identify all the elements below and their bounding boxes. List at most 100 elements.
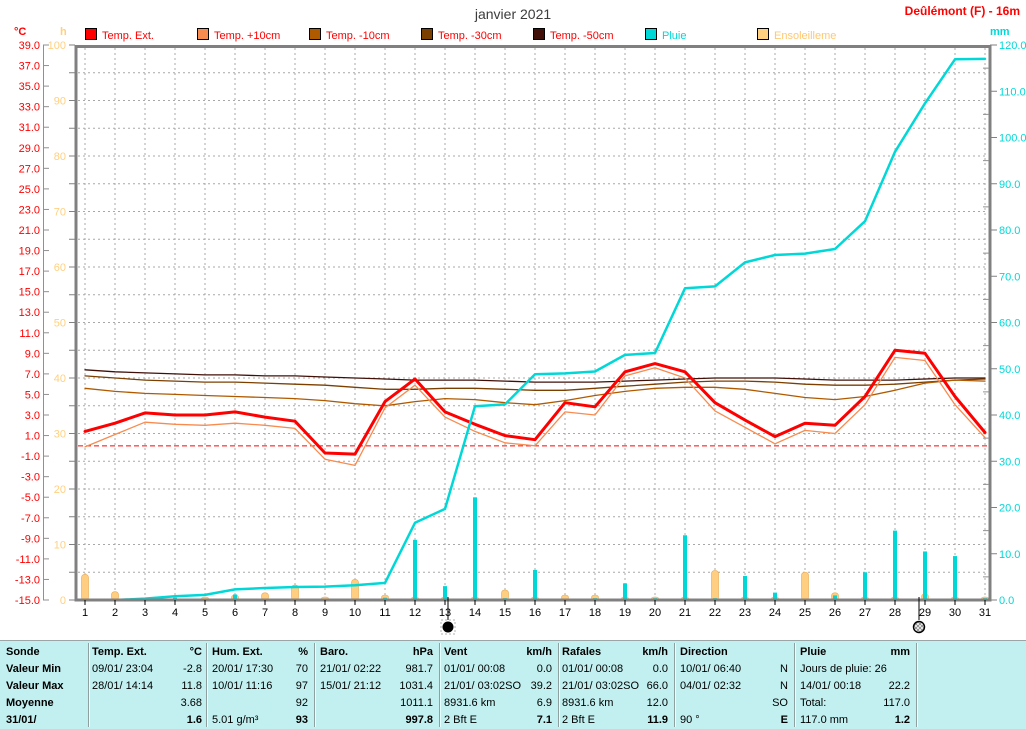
table-cell: Valeur Max [6,680,64,692]
table-header-unit: % [298,646,308,658]
table-divider [206,643,207,727]
hours-tick-label: 60 [54,262,66,274]
table-header-unit: mm [890,646,910,658]
temp-tick-label: 1.0 [25,431,40,443]
table-cell: Jours de pluie: 26 [800,663,887,675]
day-tick-label: 7 [262,607,268,619]
temp-tick-label: 15.0 [19,287,40,299]
day-tick-label: 29 [919,607,931,619]
mm-tick-label: 110.0 [999,86,1026,98]
table-cell-value: 1011.1 [400,697,433,709]
temp-tick-label: 27.0 [19,163,40,175]
temp-tick-label: -9.0 [21,533,40,545]
temp-tick-label: 33.0 [19,102,40,114]
hours-tick-label: 20 [54,484,66,496]
hours-tick-label: 10 [54,540,66,552]
table-divider [558,643,559,727]
table-cell-value: 6.9 [536,697,552,709]
day-tick-label: 25 [799,607,811,619]
table-cell-value: 11.8 [181,680,202,692]
day-tick-label: 2 [112,607,118,619]
weather-chart: 39.037.035.033.031.029.027.025.023.021.0… [15,40,1026,635]
temp-tick-label: -11.0 [16,554,40,566]
day-tick-label: 12 [409,607,421,619]
table-cell-value: 7.1 [536,714,552,726]
temp-tick-label: -3.0 [21,472,40,484]
temp-tick-label: 31.0 [19,122,40,134]
day-tick-label: 1 [82,607,88,619]
table-divider [88,643,89,727]
hours-tick-label: 50 [54,318,66,330]
ensoleillement-bar [711,570,719,601]
day-tick-label: 14 [469,607,481,619]
mm-tick-label: 120.0 [999,40,1026,52]
table-divider [794,643,795,727]
table-cell-value: 997.8 [405,714,433,726]
chart-gridlines [78,48,988,598]
hours-tick-label: 90 [54,96,66,108]
temp-ext--line [83,348,987,456]
chart-axes: 39.037.035.033.031.029.027.025.023.021.0… [15,40,1026,619]
temp-tick-label: -15.0 [15,595,40,607]
temp-tick-label: 29.0 [19,143,40,155]
mm-tick-label: 20.0 [999,503,1020,515]
mm-tick-label: 100.0 [999,133,1026,145]
table-header: Sonde [6,646,40,658]
table-cell-value: 117.0 [883,697,910,709]
temp-tick-label: -13.0 [15,574,40,586]
table-cell-value: 11.9 [647,714,668,726]
day-tick-label: 9 [322,607,328,619]
weather-graph-window: janvier 2021 Deûlémont (F) - 16m °C h mm… [0,0,1026,729]
temp-tick-label: -7.0 [21,513,40,525]
pluie-jour--bar [923,551,927,600]
hours-tick-label: 0 [60,595,66,607]
table-cell-value: 39.2 [530,680,552,692]
table-cell-value: N [780,680,788,692]
day-tick-label: 11 [379,607,390,619]
table-cell-value: 1.2 [894,714,910,726]
day-tick-label: 27 [859,607,871,619]
mm-tick-label: 70.0 [999,271,1020,283]
day-tick-label: 26 [829,607,841,619]
table-cell-value: 70 [295,663,308,675]
ensoleillement-bar [81,574,89,601]
table-cell: Moyenne [6,697,54,709]
pluie-jour--bar [473,497,477,600]
temp-tick-label: 21.0 [19,225,40,237]
temp-tick-label: 23.0 [19,204,40,216]
day-tick-label: 10 [349,607,361,619]
table-cell-value: 0.0 [652,663,668,675]
temp-tick-label: 5.0 [25,389,40,401]
day-tick-label: 15 [499,607,511,619]
table-cell: Valeur Min [6,663,62,675]
day-tick-label: 24 [769,607,781,619]
temp-tick-label: 7.0 [25,369,40,381]
day-tick-label: 4 [172,607,178,619]
temp-tick-label: -1.0 [21,451,40,463]
full-moon-icon [912,620,926,634]
table-cell-value: E [780,714,788,726]
table-divider [916,643,917,727]
table-cell-value: 981.7 [405,663,433,675]
table-cell-value: -2.8 [183,663,202,675]
temp-tick-label: 17.0 [19,266,40,278]
table-header-unit: km/h [642,646,668,658]
mm-tick-label: 10.0 [999,549,1020,561]
hours-tick-label: 40 [54,373,66,385]
temp-tick-label: 3.0 [25,410,40,422]
temp-tick-label: 39.0 [19,40,40,52]
table-cell-value: 1031.4 [399,680,433,692]
mm-tick-label: 40.0 [999,410,1020,422]
table-header: Direction [680,646,728,658]
temp-tick-label: 25.0 [19,184,40,196]
day-tick-label: 13 [439,607,451,619]
pluie-jour--bar [893,530,897,600]
hours-tick-label: 100 [48,40,66,52]
day-tick-label: 20 [649,607,661,619]
hours-tick-label: 30 [54,429,66,441]
temp-tick-label: 11.0 [19,328,40,340]
ensoleillement-bar [801,571,809,601]
table-cell-value: 22.2 [888,680,910,692]
new-moon-icon [442,621,454,633]
table-cell-value: N [780,663,788,675]
